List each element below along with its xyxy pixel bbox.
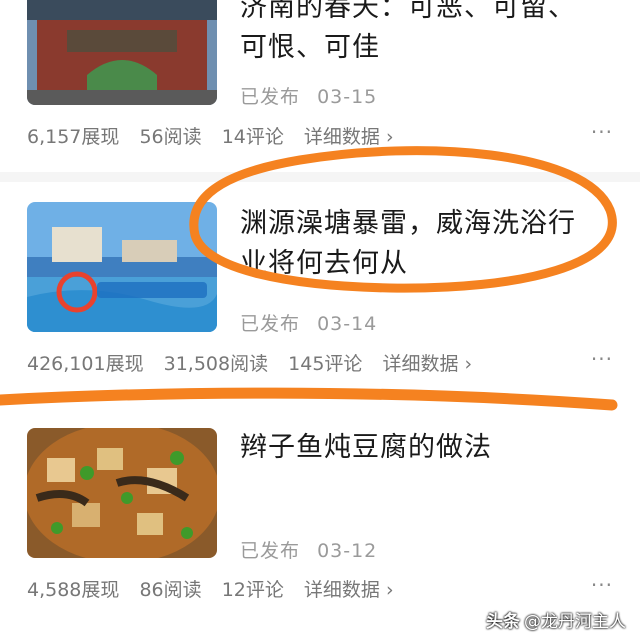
article-title[interactable]: 渊源澡塘暴雷，威海洗浴行 业将何去何从 — [240, 204, 620, 284]
status-label: 已发布 — [240, 540, 301, 562]
article-title-line: 渊源澡塘暴雷，威海洗浴行 — [240, 208, 576, 239]
article-thumbnail[interactable] — [27, 0, 217, 105]
stats-row: 426,101展现 31,508阅读 145评论 详细数据 › — [27, 349, 472, 376]
publish-info: 已发布 03-14 — [240, 309, 377, 336]
watermark-text: @龙丹河主人 — [524, 612, 626, 632]
comments-count: 12评论 — [221, 579, 284, 601]
article-title-line: 可恨、可佳 — [240, 32, 380, 63]
stats-row: 4,588展现 86阅读 12评论 详细数据 › — [27, 575, 394, 602]
status-label: 已发布 — [240, 313, 301, 335]
article-title[interactable]: 济南的春天：可恶、可留、 可恨、可佳 — [240, 0, 620, 68]
watermark: 头条 @龙丹河主人 — [486, 607, 626, 632]
publish-info: 已发布 03-12 — [240, 536, 377, 563]
more-icon[interactable]: ··· — [591, 120, 613, 144]
article-title[interactable]: 辫子鱼炖豆腐的做法 — [240, 428, 620, 468]
detail-data-link[interactable]: 详细数据 › — [382, 353, 472, 375]
article-card[interactable]: 辫子鱼炖豆腐的做法 已发布 03-12 4,588展现 86阅读 12评论 详细… — [0, 412, 640, 640]
article-card[interactable]: 济南的春天：可恶、可留、 可恨、可佳 已发布 03-15 6,157展现 56阅… — [0, 0, 640, 170]
stats-row: 6,157展现 56阅读 14评论 详细数据 › — [27, 122, 394, 149]
reads-count: 31,508阅读 — [163, 353, 269, 375]
article-thumbnail[interactable] — [27, 428, 217, 558]
publish-date: 03-12 — [317, 540, 378, 562]
publish-info: 已发布 03-15 — [240, 82, 377, 109]
article-title-line: 业将何去何从 — [240, 248, 408, 279]
impressions-count: 4,588展现 — [27, 579, 120, 601]
article-title-line: 济南的春天：可恶、可留、 — [240, 0, 576, 23]
highlight-underline — [0, 387, 618, 411]
comments-count: 14评论 — [221, 126, 284, 148]
resort-image — [27, 202, 217, 332]
more-icon[interactable]: ··· — [591, 347, 613, 371]
divider — [0, 172, 640, 182]
watermark-logo: 头条 — [486, 612, 520, 632]
reads-count: 56阅读 — [139, 126, 202, 148]
impressions-count: 426,101展现 — [27, 353, 144, 375]
detail-data-link[interactable]: 详细数据 › — [304, 579, 394, 601]
more-icon[interactable]: ··· — [591, 573, 613, 597]
article-card[interactable]: 渊源澡塘暴雷，威海洗浴行 业将何去何从 已发布 03-14 426,101展现 … — [0, 182, 640, 392]
impressions-count: 6,157展现 — [27, 126, 120, 148]
comments-count: 145评论 — [288, 353, 363, 375]
gate-image — [27, 0, 217, 105]
reads-count: 86阅读 — [139, 579, 202, 601]
detail-data-link[interactable]: 详细数据 › — [304, 126, 394, 148]
publish-date: 03-15 — [317, 86, 378, 108]
publish-date: 03-14 — [317, 313, 378, 335]
status-label: 已发布 — [240, 86, 301, 108]
article-thumbnail[interactable] — [27, 202, 217, 332]
fish-tofu-image — [27, 428, 217, 558]
